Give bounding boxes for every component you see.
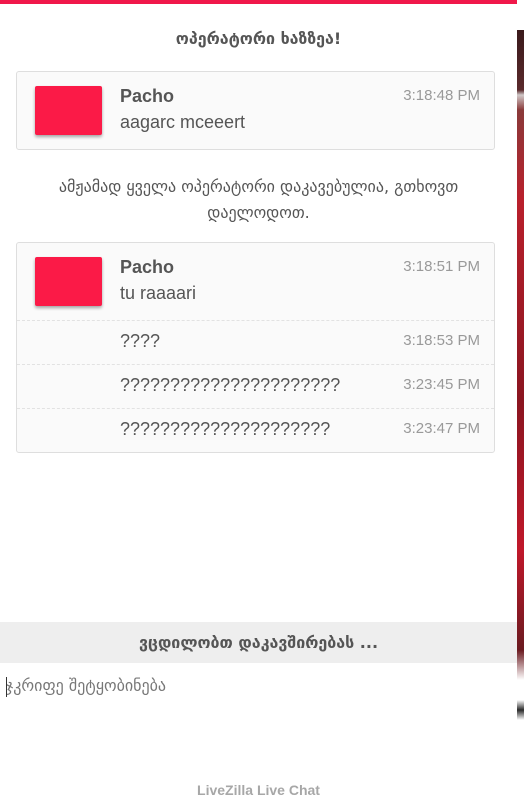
operators-busy-notice: ამჟამად ყველა ოპერატორი დაკავებულია, გთხ… (58, 177, 459, 222)
message-input[interactable] (0, 663, 517, 768)
message-head: Pacho tu raaaari 3:18:51 PM (17, 243, 494, 320)
message-text: ?????????????????????? (120, 375, 341, 395)
message-text: aagarc mceeert (120, 112, 246, 132)
sender-name: Pacho (120, 257, 175, 277)
avatar-icon (35, 86, 102, 135)
message-group: Pacho aagarc mceeert 3:18:48 PM (16, 71, 495, 150)
message-time: 3:23:45 PM (403, 376, 480, 393)
background-strip (517, 0, 524, 797)
message-row: ?????????????????????? 3:23:45 PM (17, 364, 494, 408)
sender-name: Pacho (120, 86, 175, 106)
avatar-icon (35, 257, 102, 306)
message-text: tu raaaari (120, 283, 197, 303)
message-time: 3:18:51 PM (403, 258, 480, 275)
chat-window: ოპერატორი ხაზზეა! Pacho aagarc mceeert 3… (0, 0, 517, 797)
message-row: ????????????????????? 3:23:47 PM (17, 408, 494, 452)
message-time: 3:23:47 PM (403, 420, 480, 437)
message-text: ???? (120, 331, 161, 351)
operator-online-notice: ოპერატორი ხაზზეა! (175, 29, 342, 48)
message-group: Pacho tu raaaari 3:18:51 PM ???? 3:18:53… (16, 242, 495, 453)
message-text: ????????????????????? (120, 419, 331, 439)
connection-status-bar: ვცდილობთ დაკავშირებას ... (0, 622, 517, 663)
message-time: 3:18:53 PM (403, 332, 480, 349)
message-row: ???? 3:18:53 PM (17, 320, 494, 364)
message-time: 3:18:48 PM (403, 87, 480, 104)
text-caret (6, 677, 7, 697)
message-head: Pacho aagarc mceeert 3:18:48 PM (17, 72, 494, 149)
footer-brand[interactable]: LiveZilla Live Chat (0, 782, 517, 797)
